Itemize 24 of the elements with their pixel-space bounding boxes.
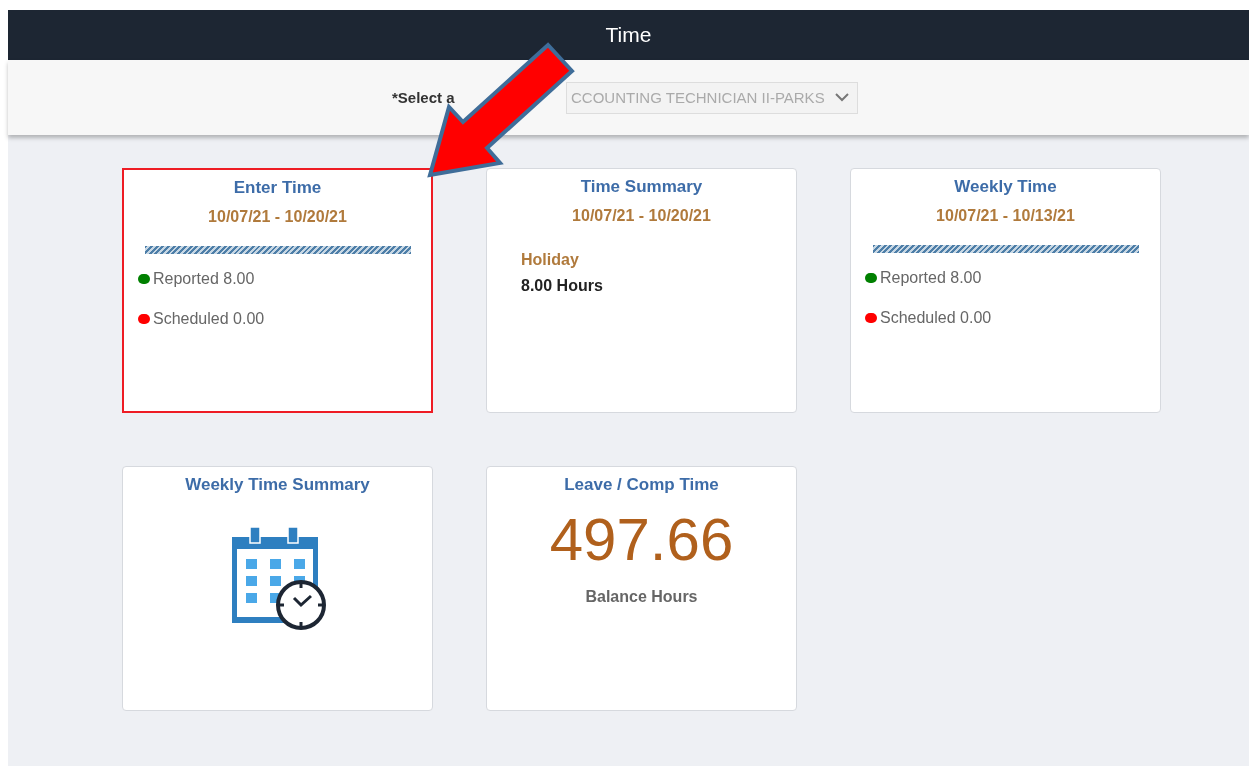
tile-title: Leave / Comp Time — [564, 475, 719, 495]
legend-label: Reported 8.00 — [880, 269, 982, 287]
tile-title: Weekly Time — [954, 177, 1057, 197]
legend-label: Scheduled 0.00 — [153, 310, 265, 328]
legend-label: Scheduled 0.00 — [880, 309, 992, 327]
date-range: 10/07/21 - 10/20/21 — [572, 207, 711, 225]
page-title: Time — [605, 23, 652, 47]
date-range: 10/07/21 - 10/20/21 — [208, 208, 347, 226]
balance-value: 497.66 — [549, 505, 734, 574]
tile-title: Weekly Time Summary — [185, 475, 370, 495]
legend-label: Reported 8.00 — [153, 270, 255, 288]
category-label: Holiday — [521, 251, 579, 269]
tile-title: Time Summary — [580, 177, 703, 197]
tile-card[interactable]: Weekly Time 10/07/21 - 10/13/21 Reported 8.00 Scheduled 0.00 — [850, 168, 1161, 413]
chevron-down-icon — [834, 93, 849, 102]
tile-card[interactable]: Weekly Time Summary — [122, 466, 433, 711]
tile-title: Enter Time — [233, 178, 322, 198]
tile-card[interactable]: Leave / Comp Time 497.66 Balance Hours — [486, 466, 797, 711]
tile-card[interactable]: Time Summary 10/07/21 - 10/20/21 Holiday 8.00 Hours — [486, 168, 797, 413]
select-label: *Select a — [392, 89, 455, 106]
hours-value: 8.00 Hours — [521, 277, 603, 295]
tile-card[interactable]: Enter Time 10/07/21 - 10/20/21 Reported 8.00 Scheduled 0.00 — [122, 168, 433, 413]
date-range: 10/07/21 - 10/13/21 — [936, 207, 1075, 225]
balance-caption: Balance Hours — [585, 588, 698, 606]
